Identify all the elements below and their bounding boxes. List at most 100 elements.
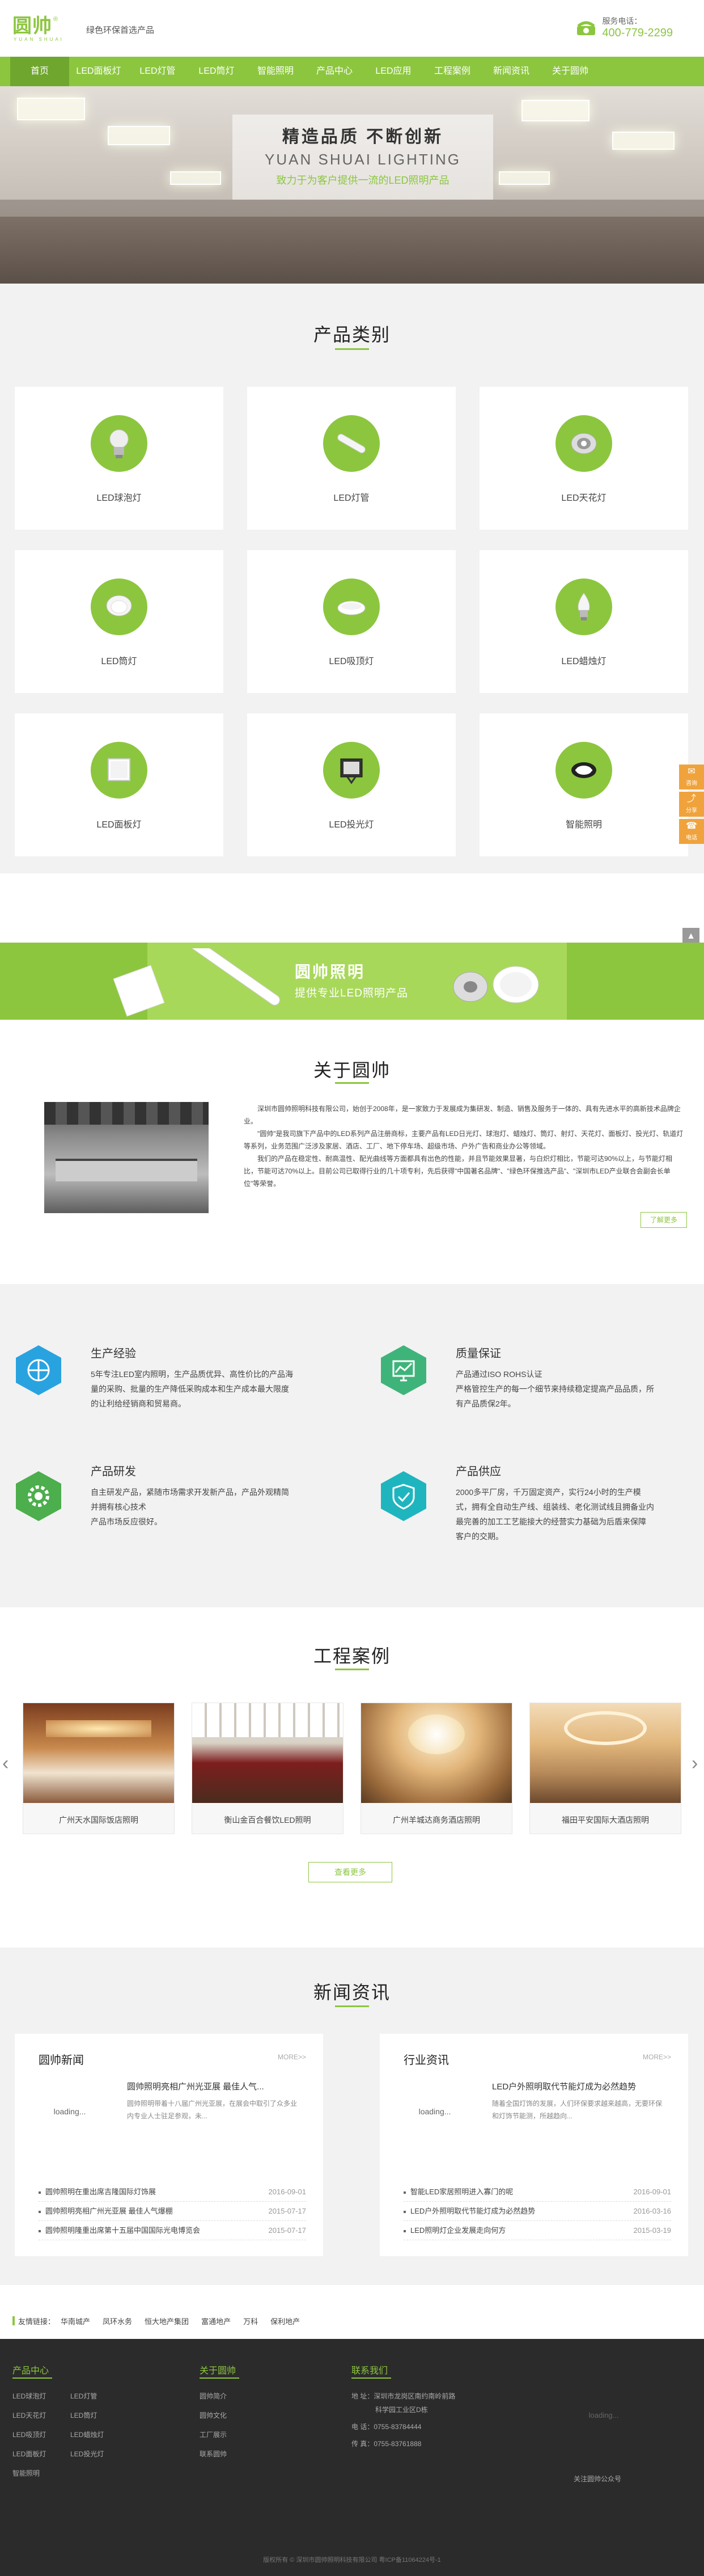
friend-link[interactable]: 华南城产	[61, 2316, 90, 2326]
news-featured-image[interactable]: loading...	[404, 2080, 466, 2143]
logo[interactable]: 圆帅 ® YUAN SHUAI	[12, 15, 62, 42]
footer-link[interactable]: LED筒灯	[70, 2410, 97, 2420]
footer-link[interactable]: 联系圆帅	[200, 2449, 227, 2459]
side-phone-button[interactable]: ☎ 电话	[679, 819, 704, 844]
footer-link[interactable]: LED天花灯	[12, 2410, 46, 2420]
product-card[interactable]: LED吸顶灯	[247, 550, 456, 693]
side-consult-button[interactable]: ✉ 咨询	[679, 765, 704, 789]
friend-link[interactable]: 富通地产	[201, 2316, 231, 2326]
title-underline	[335, 2005, 369, 2007]
product-card[interactable]: LED投光灯	[247, 713, 456, 856]
news-list-item[interactable]: 圆帅照明隆重出席第十五届中国国际光电博览会 2015-07-17	[39, 2221, 306, 2240]
hero-banner[interactable]: 精造品质 不断创新 YUAN SHUAI LIGHTING 致力于为客户提供一流…	[0, 86, 704, 284]
about-more-button[interactable]: 了解更多	[641, 1212, 687, 1228]
product-card[interactable]: LED灯管	[247, 387, 456, 530]
office-ceiling	[44, 1102, 209, 1125]
footer-link[interactable]: LED面板灯	[12, 2449, 46, 2459]
friend-link[interactable]: 凤环水务	[103, 2316, 132, 2326]
news-list-item[interactable]: LED照明灯企业发展走向何方 2015-03-19	[404, 2221, 671, 2240]
case-card[interactable]: 广州天水国际饭店照明	[23, 1703, 175, 1834]
footer-link[interactable]: 圆帅简介	[200, 2391, 227, 2401]
news-list-item[interactable]: LED户外照明取代节能灯成为必然趋势 2016-03-16	[404, 2202, 671, 2221]
cases-more-button[interactable]: 查看更多	[308, 1862, 392, 1882]
banner-english: YUAN SHUAI LIGHTING	[265, 151, 461, 168]
news-list-item[interactable]: 智能LED家居照明进入寡门的呢 2016-09-01	[404, 2182, 671, 2202]
footer-link[interactable]: LED吸顶灯	[12, 2430, 46, 2439]
ceiling-lamp-icon	[323, 578, 380, 635]
case-card[interactable]: 广州羊城达商务酒店照明	[361, 1703, 512, 1834]
nav-item-news[interactable]: 新闻资讯	[482, 57, 541, 86]
side-share-label: 分享	[686, 808, 697, 814]
side-share-button[interactable]: ⤴ 分享	[679, 792, 704, 817]
feature-title: 生产经验	[91, 1348, 136, 1360]
nav-item-home[interactable]: 首页	[10, 57, 69, 86]
nav-item-products[interactable]: 产品中心	[305, 57, 364, 86]
product-card[interactable]: LED球泡灯	[15, 387, 223, 530]
nav-item-panel-light[interactable]: LED面板灯	[69, 57, 128, 86]
bullet-icon	[39, 2229, 41, 2232]
nav-item-smart-lighting[interactable]: 智能照明	[246, 57, 305, 86]
promo-subtitle: 提供专业LED照明产品	[295, 987, 408, 999]
feature-desc: 产品通过ISO ROHS认证 严格管控生产的每一个细节来持续稳定提高产品品质，所…	[456, 1370, 654, 1408]
friend-links-label: 友情链接：	[18, 2317, 56, 2326]
ceiling-panel-light	[612, 132, 675, 150]
promo-banner[interactable]: 圆帅照明 提供专业LED照明产品	[0, 943, 704, 1020]
footer-link[interactable]: 圆帅文化	[200, 2410, 227, 2420]
case-card[interactable]: 衡山金百合餐饮LED照明	[192, 1703, 343, 1834]
case-image	[23, 1703, 174, 1803]
news-featured-desc: 圆帅照明带着十八届广州光亚展，在展会中取引了众多业内专业人士驻足参观，未...	[127, 2100, 298, 2120]
banner-room	[0, 217, 704, 284]
news-featured-title[interactable]: 圆帅照明亮相广州光亚展 最佳人气...	[127, 2080, 297, 2092]
friend-link[interactable]: 保利地产	[270, 2316, 300, 2326]
product-card[interactable]: LED蜡烛灯	[480, 550, 688, 693]
friend-links-marker	[12, 2316, 15, 2325]
news-item-date: 2015-03-19	[633, 2226, 672, 2235]
ceiling-panel-light	[108, 126, 170, 145]
news-box-industry: 行业资讯 MORE>> loading... LED户外照明取代节能灯成为必然趋…	[380, 2034, 688, 2256]
news-list-item[interactable]: 圆帅照明亮相广州光亚展 最佳人气爆棚 2015-07-17	[39, 2202, 306, 2221]
news-list: 智能LED家居照明进入寡门的呢 2016-09-01 LED户外照明取代节能灯成为…	[404, 2182, 671, 2240]
product-card[interactable]: LED筒灯	[15, 550, 223, 693]
title-underline	[335, 348, 369, 350]
arrow-up-icon: ▲	[686, 931, 695, 941]
footer-link[interactable]: LED灯管	[70, 2391, 97, 2401]
case-card[interactable]: 福田平安国际大酒店照明	[529, 1703, 681, 1834]
news-list: 圆帅照明在重出席吉隆国际灯饰展 2016-09-01 圆帅照明亮相广州光亚展 最佳…	[39, 2182, 306, 2240]
logo-registered-mark: ®	[53, 16, 58, 23]
news-list-item[interactable]: 圆帅照明在重出席吉隆国际灯饰展 2016-09-01	[39, 2182, 306, 2202]
footer-link[interactable]: 智能照明	[12, 2468, 40, 2478]
footer-link[interactable]: LED投光灯	[70, 2449, 104, 2459]
friend-link[interactable]: 恒大地产集团	[145, 2316, 189, 2326]
news-item-title: LED户外照明取代节能灯成为必然趋势	[410, 2207, 536, 2215]
footer-link[interactable]: 工厂展示	[200, 2430, 227, 2439]
case-name: 广州天水国际饭店照明	[59, 1815, 138, 1825]
news-more-link[interactable]: MORE>>	[278, 2053, 306, 2061]
cases-next-arrow[interactable]: ›	[692, 1752, 698, 1775]
nav-item-downlight[interactable]: LED筒灯	[187, 57, 246, 86]
footer-copyright: 版权所有 © 深圳市圆帅照明科技有限公司 粤ICP备11064224号-1	[263, 2557, 441, 2564]
product-card[interactable]: LED面板灯	[15, 713, 223, 856]
chat-icon: ✉	[688, 767, 695, 776]
gear-icon	[16, 1471, 61, 1521]
nav-item-about[interactable]: 关于圆帅	[541, 57, 600, 86]
cases-prev-arrow[interactable]: ‹	[2, 1752, 9, 1775]
bullet-icon	[404, 2229, 406, 2232]
news-item-date: 2016-09-01	[633, 2188, 672, 2196]
product-card[interactable]: LED天花灯	[480, 387, 688, 530]
nav-item-tube[interactable]: LED灯管	[128, 57, 187, 86]
promo-products-left	[113, 948, 281, 1017]
footer-link[interactable]: LED球泡灯	[12, 2391, 46, 2401]
nav-item-applications[interactable]: LED应用	[364, 57, 423, 86]
product-card[interactable]: 智能照明	[480, 713, 688, 856]
side-phone-label: 电话	[686, 835, 697, 841]
product-name: LED天花灯	[561, 493, 607, 503]
news-featured-title[interactable]: LED户外照明取代节能灯成为必然趋势	[492, 2080, 662, 2092]
feature-title: 产品研发	[91, 1466, 136, 1478]
bullet-icon	[404, 2210, 406, 2213]
friend-link[interactable]: 万科	[243, 2316, 258, 2326]
candle-bulb-icon	[555, 578, 612, 635]
news-featured-image[interactable]: loading...	[39, 2080, 101, 2143]
news-more-link[interactable]: MORE>>	[643, 2053, 671, 2061]
footer-link[interactable]: LED蜡烛灯	[70, 2430, 104, 2439]
nav-item-cases[interactable]: 工程案例	[423, 57, 482, 86]
